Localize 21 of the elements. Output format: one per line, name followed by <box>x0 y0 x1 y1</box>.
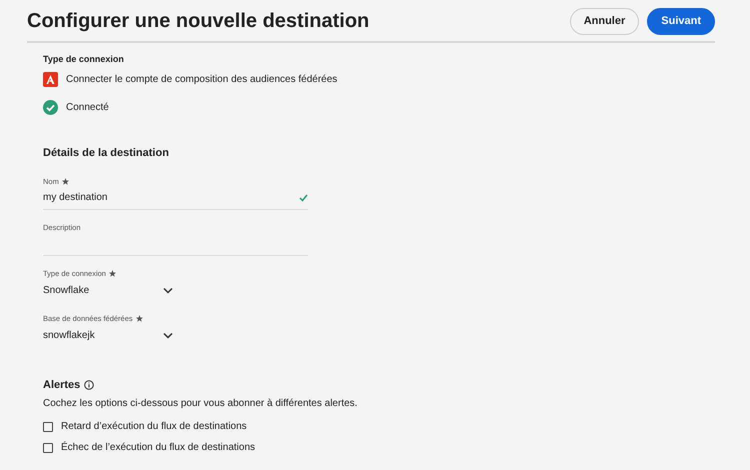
checkbox[interactable] <box>43 442 53 452</box>
checkbox[interactable] <box>43 422 53 432</box>
text-field[interactable]: my destination <box>43 186 308 210</box>
success-icon <box>43 100 58 115</box>
account-text: Connecter le compte de composition des audiences fédérées <box>66 73 338 87</box>
section-heading: Alertes <box>43 378 80 392</box>
alerts-description: Cochez les options ci-dessous pour vous abonner à différentes alertes. <box>43 397 358 411</box>
dropdown[interactable]: Snowflake <box>43 279 173 302</box>
status-text: Connecté <box>66 101 109 115</box>
cancel-button[interactable]: Annuler <box>570 8 640 34</box>
chevron-down-icon <box>163 331 173 340</box>
dropdown[interactable]: snowflakejk <box>43 324 173 346</box>
page-title: Configurer une nouvelle destination <box>27 9 370 34</box>
section-label: Type de connexion <box>43 52 125 66</box>
section-heading: Détails de la destination <box>43 146 170 161</box>
checkbox-label: Échec de l’exécution du flux de destinations <box>61 440 256 455</box>
checkbox-label: Retard d’exécution du flux de destinations <box>61 420 247 434</box>
next-button[interactable]: Suivant <box>647 8 715 34</box>
app-logo-icon <box>43 72 58 87</box>
chevron-down-icon <box>163 286 173 295</box>
info-icon <box>84 380 94 390</box>
